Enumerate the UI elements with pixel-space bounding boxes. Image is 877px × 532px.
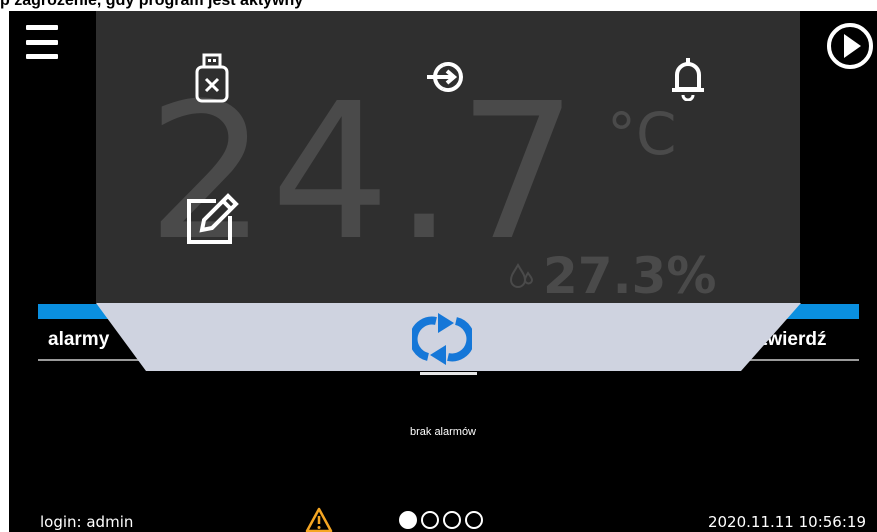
humidity-icon [509,262,534,288]
humidity-value: 27.3% [543,247,717,305]
play-icon[interactable] [826,22,874,70]
menu-icon[interactable] [26,25,58,59]
page-dot-2[interactable] [421,511,439,529]
controller-screen: 24.7 °C 27.3% alarmy twierdź brak alarmó… [9,11,877,532]
sync-icon[interactable] [412,313,472,365]
login-status[interactable]: login: admin [40,512,133,532]
datetime: 2020.11.11 10:56:19 [707,513,866,531]
page-indicator [399,511,483,529]
temperature-unit: °C [607,100,677,168]
bell-icon[interactable] [669,55,707,101]
no-alarms-text: brak alarmów [409,426,477,438]
usb-icon[interactable] [192,53,232,105]
humidity-readout: 27.3% [509,246,716,306]
document-caption: p zagrożenie, gdy program jest aktywny [0,0,304,9]
drag-handle[interactable] [420,372,477,375]
warning-icon[interactable] [305,507,333,532]
edit-icon[interactable] [186,190,242,245]
page-dot-3[interactable] [443,511,461,529]
page-dot-1[interactable] [399,511,417,529]
login-icon[interactable] [423,59,469,95]
page-dot-4[interactable] [465,511,483,529]
